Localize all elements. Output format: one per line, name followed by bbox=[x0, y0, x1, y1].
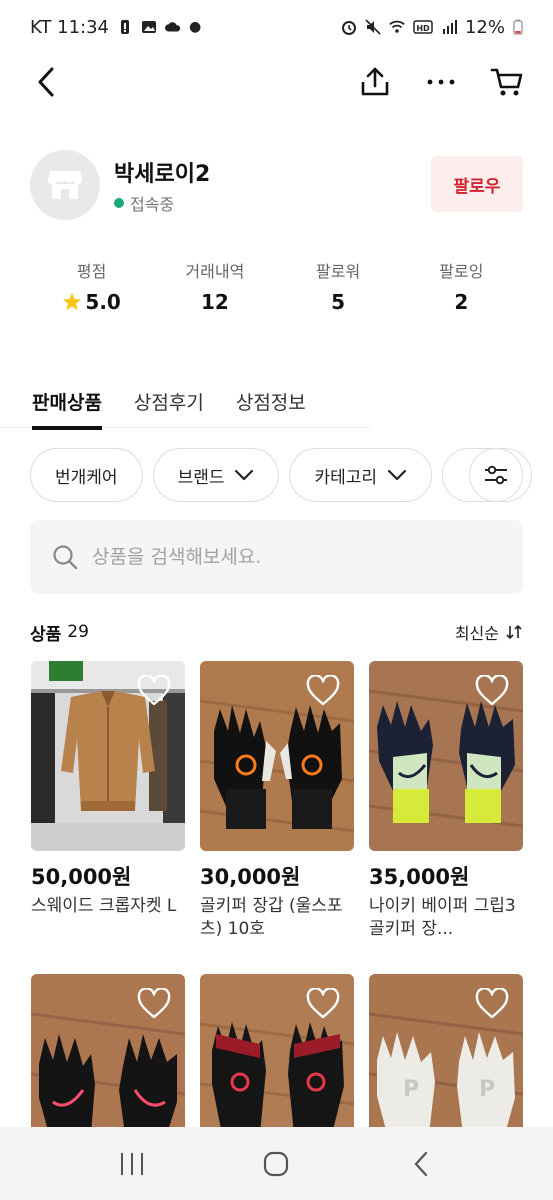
cart-button[interactable] bbox=[489, 64, 525, 100]
battery-text: 12% bbox=[464, 16, 505, 38]
home-icon bbox=[264, 1151, 289, 1176]
svg-text:P: P bbox=[479, 1077, 495, 1102]
share-icon bbox=[361, 67, 389, 96]
product-price: 50,000원 bbox=[31, 865, 132, 889]
tab-shop-info[interactable]: 상점정보 bbox=[236, 380, 306, 428]
sort-arrows-icon bbox=[506, 624, 522, 640]
home-button[interactable] bbox=[256, 1144, 296, 1184]
more-button[interactable] bbox=[423, 64, 459, 100]
system-back-button[interactable] bbox=[401, 1144, 441, 1184]
heart-icon[interactable] bbox=[137, 988, 171, 1020]
product-search-box[interactable] bbox=[30, 520, 523, 594]
product-price: 30,000원 bbox=[200, 865, 301, 889]
heart-icon[interactable] bbox=[137, 675, 171, 707]
shop-stats: 평점 5.0 거래내역 12 팔로워 5 팔로잉 2 bbox=[30, 258, 523, 314]
store-icon bbox=[48, 171, 82, 199]
shop-tabs: 판매상품 상점후기 상점정보 bbox=[0, 380, 370, 430]
product-card[interactable]: 35,000원 나이키 베이퍼 그립3 골키퍼 장... bbox=[369, 661, 523, 941]
stat-label: 거래내역 bbox=[185, 262, 245, 281]
status-time: KT 11:34 bbox=[30, 16, 109, 38]
chip-brand[interactable]: 브랜드 bbox=[152, 448, 280, 502]
stat-label: 팔로워 bbox=[316, 262, 361, 281]
product-image bbox=[200, 661, 354, 851]
stat-value: 5.0 bbox=[85, 290, 121, 314]
wifi-icon bbox=[389, 20, 405, 33]
dot-icon: ● bbox=[189, 19, 202, 35]
signal-icon bbox=[442, 20, 457, 34]
sort-label: 최신순 bbox=[454, 624, 499, 643]
shop-name: 박세로이2 bbox=[114, 162, 211, 187]
sort-button[interactable]: 최신순 bbox=[455, 620, 523, 644]
online-dot-icon bbox=[114, 198, 124, 208]
products-label: 상품 bbox=[30, 624, 62, 645]
more-dots-icon bbox=[427, 79, 455, 85]
sliders-icon bbox=[485, 465, 507, 485]
online-status-text: 접속중 bbox=[130, 195, 175, 214]
alert-icon bbox=[121, 20, 129, 34]
chip-category[interactable]: 카테고리 bbox=[289, 448, 433, 502]
search-icon bbox=[53, 545, 78, 570]
product-title: 스웨이드 크롭자켓 L bbox=[31, 896, 177, 916]
product-image bbox=[369, 661, 523, 851]
star-icon bbox=[63, 293, 82, 310]
heart-icon[interactable] bbox=[306, 675, 340, 707]
back-button[interactable] bbox=[30, 64, 66, 100]
chip-label: 번개케어 bbox=[55, 467, 118, 488]
stat-rating[interactable]: 평점 5.0 bbox=[30, 258, 153, 314]
shop-profile: 박세로이2 접속중 팔로우 bbox=[30, 150, 523, 220]
recent-apps-icon bbox=[121, 1152, 144, 1175]
svg-text:HD: HD bbox=[416, 24, 430, 33]
chevron-down-icon bbox=[387, 469, 407, 481]
system-nav-bar bbox=[0, 1127, 553, 1200]
share-button[interactable] bbox=[357, 64, 393, 100]
products-header: 상품 29 최신순 bbox=[30, 620, 523, 645]
heart-icon[interactable] bbox=[475, 675, 509, 707]
search-input[interactable] bbox=[92, 546, 492, 568]
product-title: 나이키 베이퍼 그립3 골키퍼 장... bbox=[369, 896, 516, 939]
cloud-icon bbox=[165, 22, 181, 32]
stat-value: 5 bbox=[331, 290, 346, 314]
battery-icon bbox=[513, 19, 523, 35]
chip-label: 브랜드 bbox=[177, 467, 225, 488]
stat-value: 12 bbox=[200, 290, 229, 314]
status-bar: KT 11:34 ● HD 12% bbox=[0, 0, 553, 54]
tab-reviews[interactable]: 상점후기 bbox=[134, 380, 204, 428]
product-card[interactable]: 50,000원 스웨이드 크롭자켓 L bbox=[31, 661, 185, 941]
chip-bungae-care[interactable]: 번개케어 bbox=[30, 448, 143, 502]
product-price: 35,000원 bbox=[369, 865, 470, 889]
chip-label: 카테고리 bbox=[314, 467, 378, 488]
top-bar bbox=[0, 54, 553, 114]
online-status: 접속중 bbox=[114, 191, 174, 215]
stat-transactions[interactable]: 거래내역 12 bbox=[153, 258, 276, 314]
back-arrow-icon bbox=[414, 1151, 427, 1176]
products-count: 29 bbox=[67, 622, 89, 642]
product-image bbox=[31, 661, 185, 851]
stat-value: 2 bbox=[454, 290, 469, 314]
follow-button[interactable]: 팔로우 bbox=[431, 156, 523, 212]
heart-icon[interactable] bbox=[475, 988, 509, 1020]
stat-label: 평점 bbox=[76, 262, 107, 281]
filter-settings-button[interactable] bbox=[469, 448, 523, 502]
mute-icon bbox=[365, 19, 381, 35]
product-card[interactable]: 30,000원 골키퍼 장갑 (울스포츠) 10호 bbox=[200, 661, 354, 941]
avatar[interactable] bbox=[30, 150, 100, 220]
hd-icon: HD bbox=[413, 20, 433, 34]
image-icon bbox=[142, 21, 156, 33]
product-title: 골키퍼 장갑 (울스포츠) 10호 bbox=[200, 896, 343, 939]
stat-value-row: 5.0 bbox=[30, 290, 153, 314]
chevron-left-icon bbox=[38, 67, 54, 97]
cart-icon bbox=[490, 68, 523, 96]
heart-icon[interactable] bbox=[306, 988, 340, 1020]
stat-followers[interactable]: 팔로워 5 bbox=[277, 258, 400, 314]
chevron-down-icon bbox=[235, 469, 254, 481]
svg-text:P: P bbox=[403, 1077, 419, 1102]
tab-products[interactable]: 판매상품 bbox=[32, 380, 102, 430]
stat-label: 팔로잉 bbox=[439, 262, 484, 281]
stat-following[interactable]: 팔로잉 2 bbox=[400, 258, 523, 314]
recent-apps-button[interactable] bbox=[112, 1144, 152, 1184]
alarm-icon bbox=[341, 21, 356, 35]
